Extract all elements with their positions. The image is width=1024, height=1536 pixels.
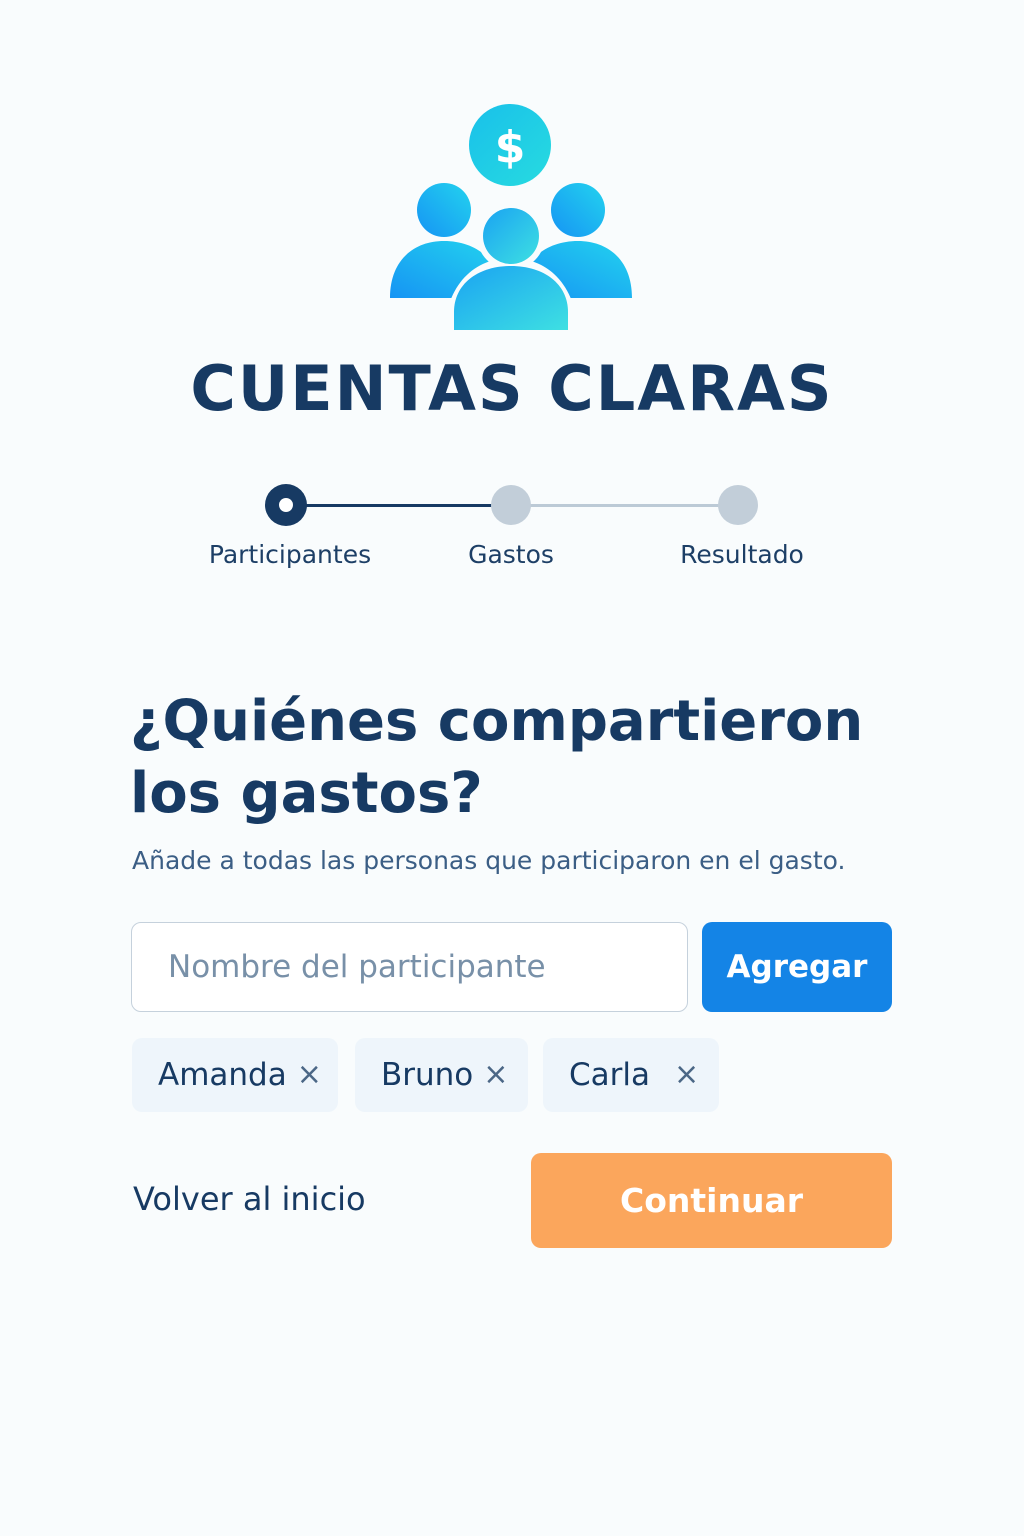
svg-text:$: $: [495, 122, 526, 173]
app-logo: $: [384, 98, 640, 338]
progress-stepper: Participantes Gastos Resultado: [0, 480, 1024, 580]
group-money-icon: $: [390, 104, 632, 338]
step-gastos-dot[interactable]: [491, 485, 531, 525]
page-heading-line-1: ¿Quiénes compartieron: [130, 689, 864, 754]
page-heading: ¿Quiénes compartieron los gastos?: [130, 686, 910, 830]
stepper-line-pending: [512, 504, 738, 507]
step-gastos-label: Gastos: [468, 540, 554, 569]
participant-chip-name: Bruno: [381, 1057, 474, 1093]
page-subtitle: Añade a todas las personas que participa…: [132, 846, 846, 875]
add-participant-button[interactable]: Agregar: [702, 922, 892, 1012]
participant-name-input[interactable]: [131, 922, 688, 1012]
step-resultado-dot[interactable]: [718, 485, 758, 525]
participant-chip-name: Amanda: [158, 1057, 287, 1093]
participant-chip-carla: Carla ×: [543, 1038, 719, 1112]
continue-button[interactable]: Continuar: [531, 1153, 892, 1248]
participant-chip-amanda: Amanda ×: [132, 1038, 338, 1112]
page-heading-line-2: los gastos?: [130, 761, 483, 826]
remove-participant-icon[interactable]: ×: [297, 1060, 322, 1090]
step-participantes-dot[interactable]: [265, 484, 307, 526]
stepper-line-completed: [286, 504, 512, 507]
participant-chip-name: Carla: [569, 1057, 650, 1093]
participant-chip-bruno: Bruno ×: [355, 1038, 528, 1112]
back-to-home-link[interactable]: Volver al inicio: [133, 1180, 366, 1218]
app-title: CUENTAS CLARAS: [190, 352, 834, 425]
remove-participant-icon[interactable]: ×: [483, 1060, 508, 1090]
step-participantes-label: Participantes: [208, 540, 372, 569]
step-resultado-label: Resultado: [680, 540, 804, 569]
remove-participant-icon[interactable]: ×: [674, 1060, 699, 1090]
